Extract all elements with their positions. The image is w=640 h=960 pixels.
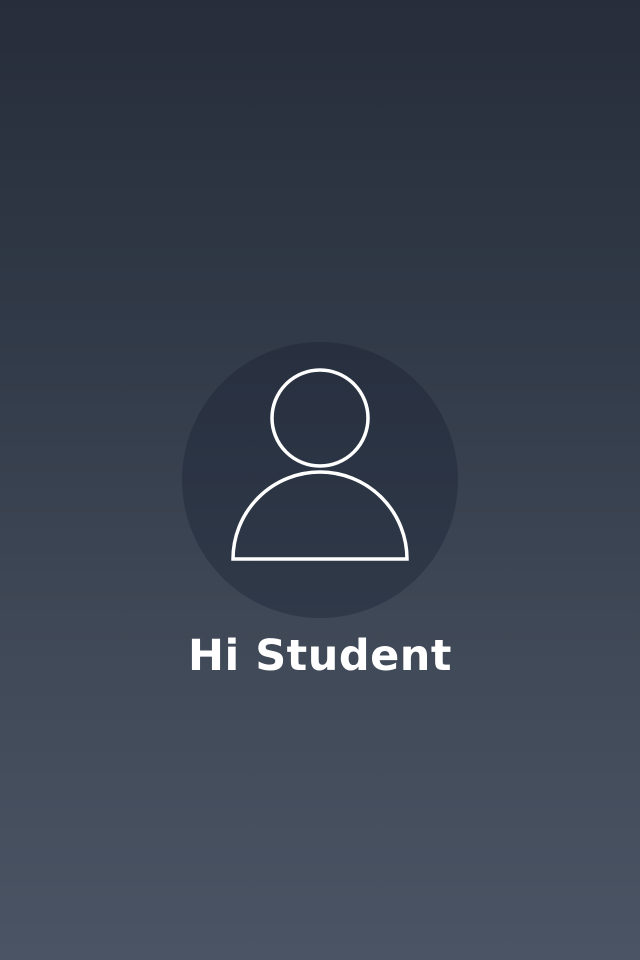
user-silhouette-icon [231,368,409,561]
avatar-body [231,470,409,561]
profile-screen: Hi Student [0,0,640,960]
greeting-title: Hi Student [188,631,452,681]
avatar-head [270,368,370,468]
avatar[interactable] [182,342,458,618]
